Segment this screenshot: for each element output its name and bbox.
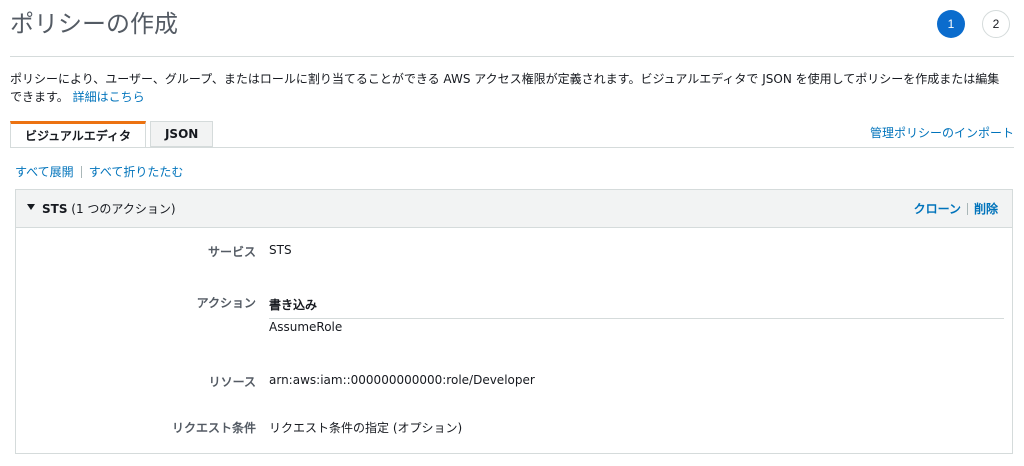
panel-actions: クローン 削除 bbox=[914, 200, 998, 217]
link-separator bbox=[80, 165, 82, 178]
service-panel-title: STS (1 つのアクション) bbox=[42, 200, 176, 217]
editor-tabs: ビジュアルエディタ JSON bbox=[10, 121, 214, 148]
header-divider bbox=[10, 56, 1014, 57]
action-label: アクション bbox=[196, 296, 256, 310]
collapse-all-link[interactable]: すべて折りたたむ bbox=[89, 163, 184, 180]
service-panel: STS (1 つのアクション) クローン 削除 サービス STS アクション 書… bbox=[15, 189, 1013, 454]
request-condition-label: リクエスト条件 bbox=[171, 421, 256, 435]
service-value[interactable]: STS bbox=[269, 243, 292, 257]
service-label: サービス bbox=[207, 245, 256, 259]
wizard-step-2[interactable]: 2 bbox=[982, 10, 1010, 38]
caret-down-icon[interactable] bbox=[27, 204, 35, 210]
import-managed-policy-link[interactable]: 管理ポリシーのインポート bbox=[870, 124, 1014, 141]
action-separator bbox=[966, 202, 968, 215]
expand-collapse-controls: すべて展開 すべて折りたたむ bbox=[15, 163, 183, 180]
request-condition-link[interactable]: リクエスト条件の指定 (オプション) bbox=[269, 419, 462, 436]
action-value[interactable]: AssumeRole bbox=[269, 320, 342, 334]
tab-json[interactable]: JSON bbox=[149, 121, 214, 147]
delete-link[interactable]: 削除 bbox=[974, 200, 998, 217]
page-title: ポリシーの作成 bbox=[10, 10, 178, 38]
resource-value[interactable]: arn:aws:iam::000000000000:role/Developer bbox=[269, 373, 535, 387]
panel-title-service: STS bbox=[42, 202, 68, 216]
wizard-step-1[interactable]: 1 bbox=[937, 10, 965, 38]
expand-all-link[interactable]: すべて展開 bbox=[15, 163, 74, 180]
tab-visual-editor[interactable]: ビジュアルエディタ bbox=[10, 121, 146, 148]
resource-label: リソース bbox=[208, 375, 256, 389]
description-text: ポリシーにより、ユーザー、グループ、またはロールに割り当てることができる AWS… bbox=[10, 72, 1000, 104]
service-panel-header[interactable]: STS (1 つのアクション) クローン 削除 bbox=[16, 190, 1012, 228]
details-link[interactable]: 詳細はこちら bbox=[73, 90, 145, 104]
action-group-heading: 書き込み bbox=[269, 296, 1004, 319]
tab-divider bbox=[10, 147, 1014, 148]
clone-link[interactable]: クローン bbox=[914, 200, 961, 217]
panel-title-count: (1 つのアクション) bbox=[67, 202, 176, 216]
page-description: ポリシーにより、ユーザー、グループ、またはロールに割り当てることができる AWS… bbox=[10, 70, 1010, 106]
